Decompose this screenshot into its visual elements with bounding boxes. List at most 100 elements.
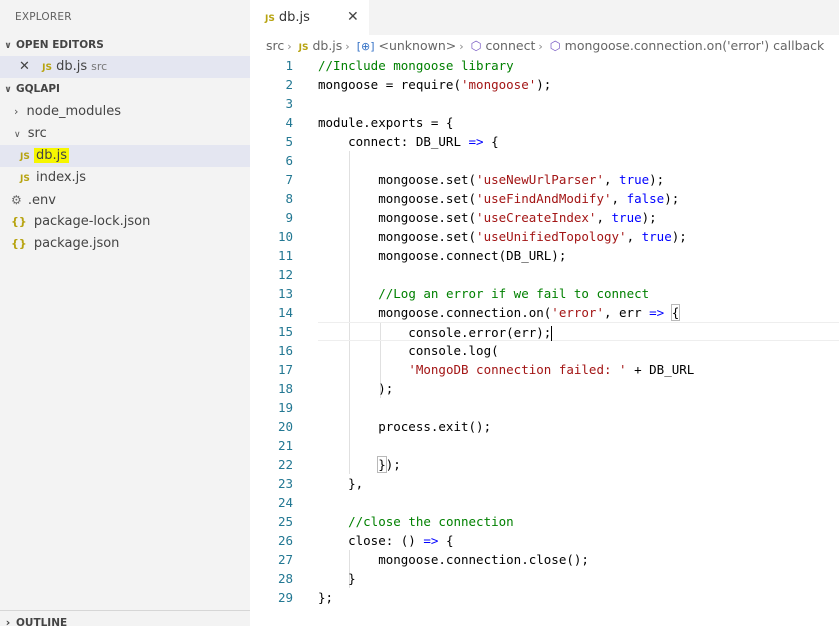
explorer-sidebar: EXPLORER ∨ OPEN EDITORS ✕ JS db.js src ∨ GQ… <box>0 0 250 626</box>
line-number: 10 <box>277 229 293 244</box>
code-line: mongoose.connection.on('error', err => { <box>318 303 839 322</box>
chevron-right-icon: › <box>459 40 464 53</box>
breadcrumb-unknown[interactable]: <unknown> <box>378 38 456 53</box>
js-icon: JS <box>20 152 30 162</box>
code-line: //close the connection <box>318 512 839 531</box>
code-token: true <box>641 229 672 244</box>
line-number: 3 <box>285 96 293 111</box>
code-line: close: () => { <box>318 531 839 550</box>
code-token: connect: DB_URL <box>318 134 469 149</box>
code-token: ); <box>385 457 401 472</box>
tab-label: db.js <box>278 10 310 25</box>
code-token: 'error' <box>551 305 604 320</box>
code-token: //Log an error if we fail to connect <box>378 286 650 301</box>
code-token: mongoose.set( <box>318 210 477 225</box>
line-number: 6 <box>285 153 293 168</box>
code-line: mongoose.set('useFindAndModify', false); <box>318 189 839 208</box>
tree-item-env[interactable]: ⚙ .env <box>0 189 250 211</box>
code-token: , <box>596 210 612 225</box>
code-line: //Include mongoose library <box>318 56 839 75</box>
code-token: true <box>611 210 642 225</box>
code-line: }; <box>318 588 839 607</box>
project-header[interactable]: ∨ GQLAPI <box>0 78 250 100</box>
code-token: module.exports = { <box>318 115 454 130</box>
code-token: false <box>626 191 665 206</box>
line-number: 8 <box>285 191 293 206</box>
breadcrumb-connect[interactable]: connect <box>486 38 536 53</box>
line-number: 23 <box>277 476 293 491</box>
code-token: }; <box>318 590 334 605</box>
breadcrumb-callback[interactable]: mongoose.connection.on('error') callback <box>565 38 825 53</box>
line-number: 17 <box>277 362 293 377</box>
code-token: , <box>611 191 627 206</box>
code-line: //Log an error if we fail to connect <box>318 284 839 303</box>
tree-item-package-lock-json[interactable]: {} package-lock.json <box>0 211 250 233</box>
line-number: 5 <box>285 134 293 149</box>
open-editors-header[interactable]: ∨ OPEN EDITORS <box>0 34 250 56</box>
close-icon[interactable]: ✕ <box>19 56 32 78</box>
line-number: 12 <box>277 267 293 282</box>
chevron-right-icon: › <box>345 40 350 53</box>
js-icon: JS <box>42 63 52 73</box>
code-token: mongoose.connect(DB_URL); <box>318 248 567 263</box>
line-number: 16 <box>277 343 293 358</box>
open-editor-desc: src <box>91 60 108 73</box>
tree-item-package-json[interactable]: {} package.json <box>0 233 250 255</box>
code-line: 'MongoDB connection failed: ' + DB_URL <box>318 360 839 379</box>
tab-bar: JS db.js ✕ <box>250 0 839 35</box>
chevron-right-icon: › <box>287 40 292 53</box>
line-number: 14 <box>277 305 293 320</box>
line-number: 22 <box>277 457 293 472</box>
line-number: 27 <box>277 552 293 567</box>
code-token: 'useFindAndModify' <box>476 191 612 206</box>
code-token: ); <box>649 172 665 187</box>
tree-item-index-js[interactable]: JS index.js <box>0 167 250 189</box>
code-token: { <box>483 134 499 149</box>
js-icon: JS <box>20 174 30 184</box>
line-number: 13 <box>277 286 293 301</box>
outline-header[interactable]: › OUTLINE <box>0 610 250 626</box>
line-number: 19 <box>277 400 293 415</box>
code-token: , <box>603 172 620 187</box>
code-line: console.log( <box>318 341 839 360</box>
code-token: mongoose.set( <box>318 191 477 206</box>
open-editor-item-db-js[interactable]: ✕ JS db.js src <box>0 56 250 78</box>
tree-item-db-js[interactable]: JS db.js <box>0 145 250 167</box>
tree-item-node-modules[interactable]: › node_modules <box>0 101 250 123</box>
chevron-down-icon: ∨ <box>4 41 12 51</box>
code-token: 'useCreateIndex' <box>476 210 597 225</box>
breadcrumb-src[interactable]: src <box>266 38 284 53</box>
tab-db-js[interactable]: JS db.js ✕ <box>250 0 369 35</box>
code-line: mongoose.set('useCreateIndex', true); <box>318 208 839 227</box>
code-token: console.error(err); <box>318 325 552 340</box>
code-token: mongoose.connection.on( <box>318 305 552 320</box>
code-token: mongoose.connection.close(); <box>318 552 589 567</box>
js-icon: JS <box>298 43 309 53</box>
breadcrumb-file[interactable]: db.js <box>312 38 342 53</box>
code-token: , err <box>603 305 650 320</box>
line-number: 9 <box>285 210 293 225</box>
text-caret <box>551 326 553 341</box>
line-number-gutter: 1 2 3 4 5 6 7 8 9 10 11 12 13 14 15 16 1… <box>250 56 293 607</box>
code-line: } <box>318 569 839 588</box>
tree-item-src[interactable]: ∨ src <box>0 123 250 145</box>
line-number: 21 <box>277 438 293 453</box>
line-number: 2 <box>285 77 293 92</box>
code-editor[interactable]: //Include mongoose library mongoose = re… <box>318 56 839 607</box>
close-icon[interactable]: ✕ <box>347 0 359 35</box>
line-number: 26 <box>277 533 293 548</box>
breadcrumb: src › JS db.js › [⊕] <unknown> › ⬡ connect ›… <box>250 35 839 57</box>
code-token: mongoose.set( <box>318 229 477 244</box>
line-number: 1 <box>285 58 293 73</box>
code-token: true <box>619 172 650 187</box>
code-token: ); <box>536 77 552 92</box>
chevron-down-icon: ∨ <box>4 85 12 95</box>
line-number: 25 <box>277 514 293 529</box>
